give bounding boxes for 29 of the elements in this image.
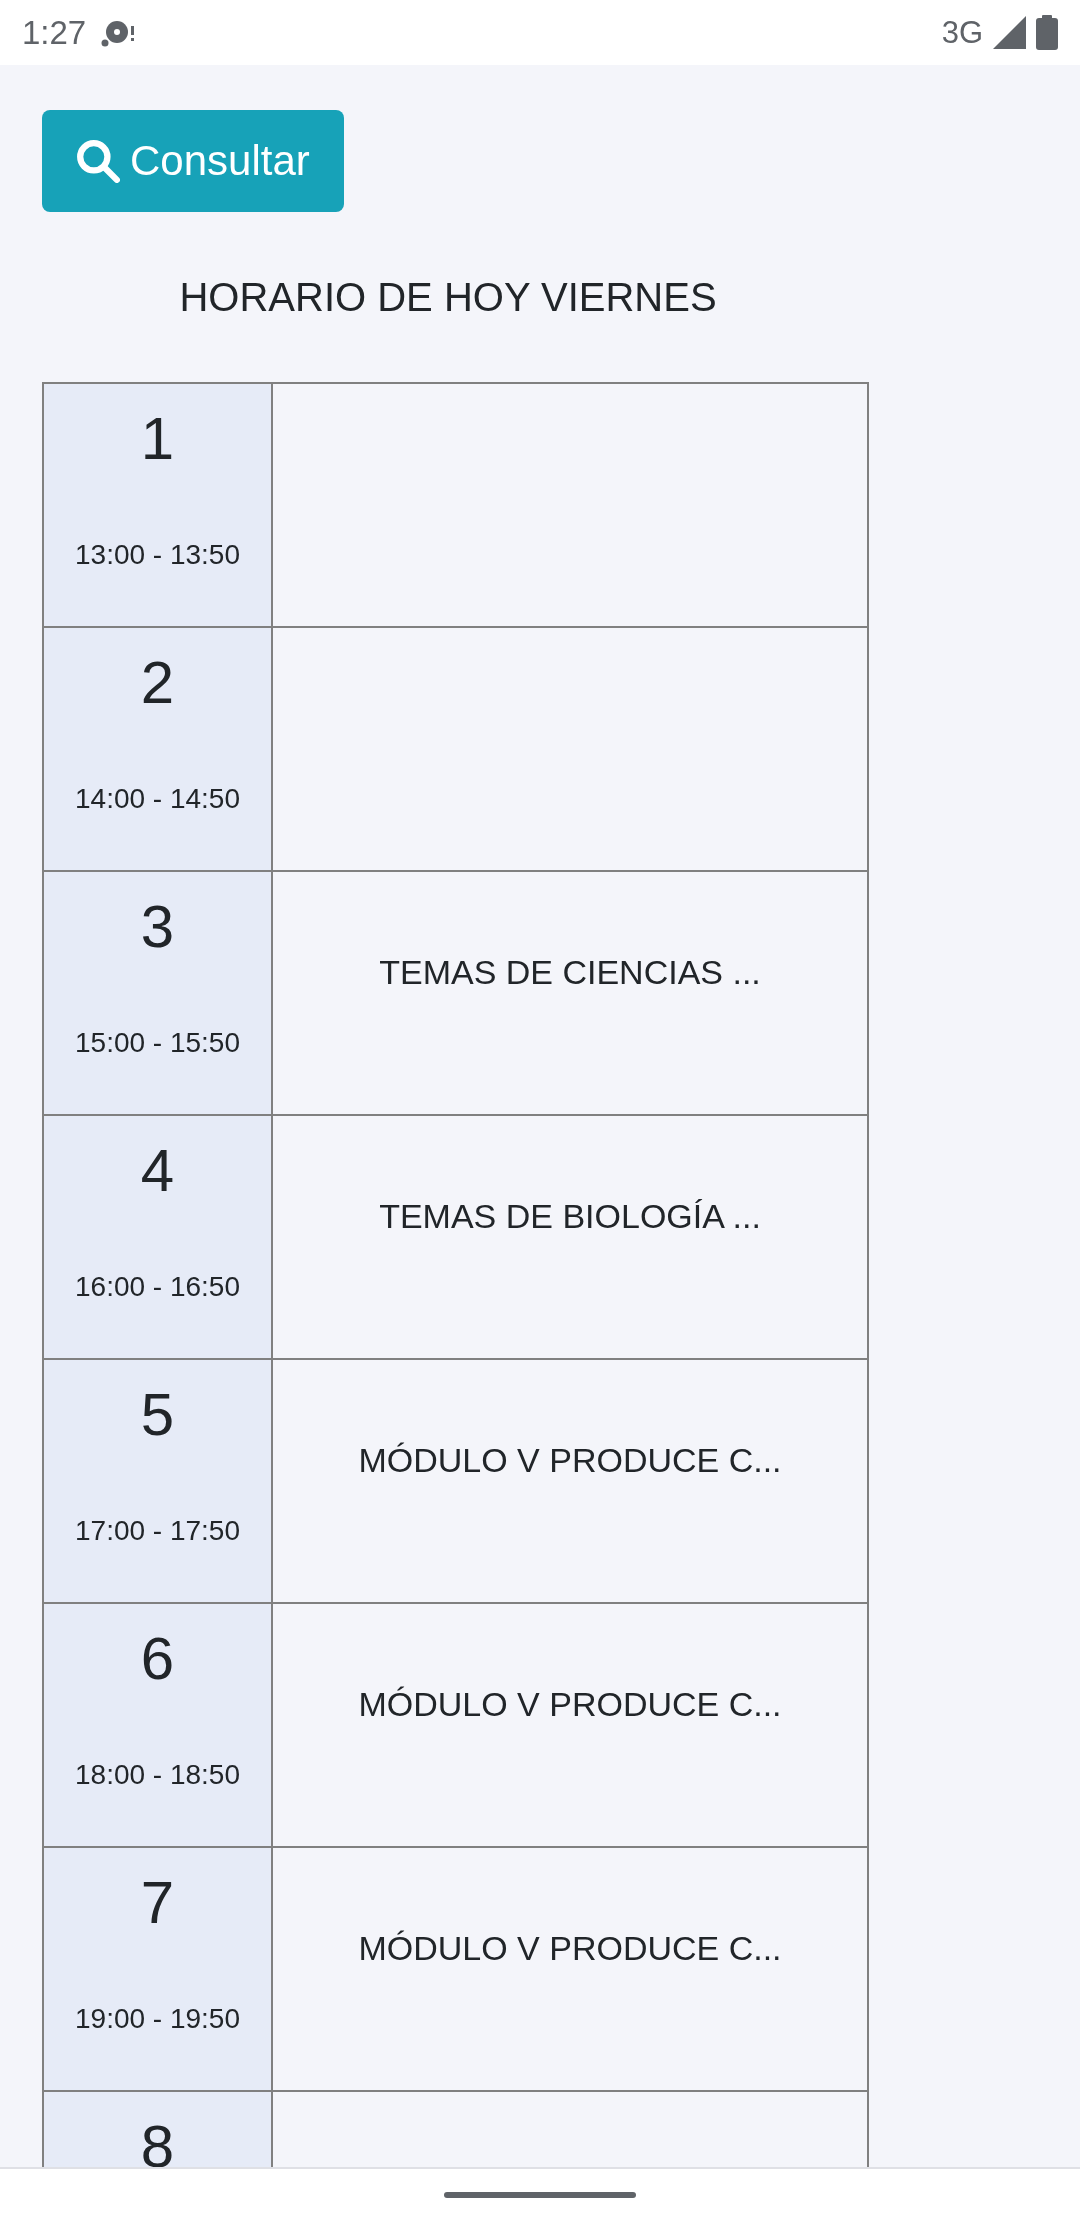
period-number: 2 [140, 653, 175, 713]
subject-name: MÓDULO V PRODUCE C... [358, 1928, 782, 1968]
status-time: 1:27 [22, 16, 87, 49]
period-time: 18:00 - 18:50 [75, 1761, 240, 1789]
period-time: 15:00 - 15:50 [75, 1029, 240, 1057]
notification-icon [100, 18, 137, 47]
subject-name: MÓDULO V PRODUCE C... [358, 1684, 782, 1724]
period-number: 3 [140, 897, 175, 957]
period-time: 17:00 - 17:50 [75, 1517, 240, 1545]
period-time: 16:00 - 16:50 [75, 1273, 240, 1301]
home-handle[interactable] [444, 2191, 636, 2198]
period-time: 13:00 - 13:50 [75, 541, 240, 569]
consult-button[interactable]: Consultar [42, 110, 344, 212]
period-number: 7 [140, 1873, 175, 1933]
period-number: 6 [140, 1629, 175, 1689]
network-type: 3G [941, 17, 983, 48]
period-number: 1 [140, 409, 175, 469]
search-icon [76, 139, 120, 183]
subject-name: MÓDULO V PRODUCE C... [358, 1440, 782, 1480]
period-time: 19:00 - 19:50 [75, 2005, 240, 2033]
period-number: 5 [140, 1385, 175, 1445]
period-number: 8 [140, 2117, 175, 2167]
schedule-title: HORARIO DE HOY VIERNES [179, 274, 717, 320]
signal-icon [993, 16, 1026, 49]
subject-name: TEMAS DE CIENCIAS ... [379, 952, 761, 992]
period-time: 14:00 - 14:50 [75, 785, 240, 813]
subject-name: TEMAS DE BIOLOGÍA ... [379, 1196, 761, 1236]
period-number: 4 [140, 1141, 175, 1201]
battery-icon [1036, 15, 1058, 50]
